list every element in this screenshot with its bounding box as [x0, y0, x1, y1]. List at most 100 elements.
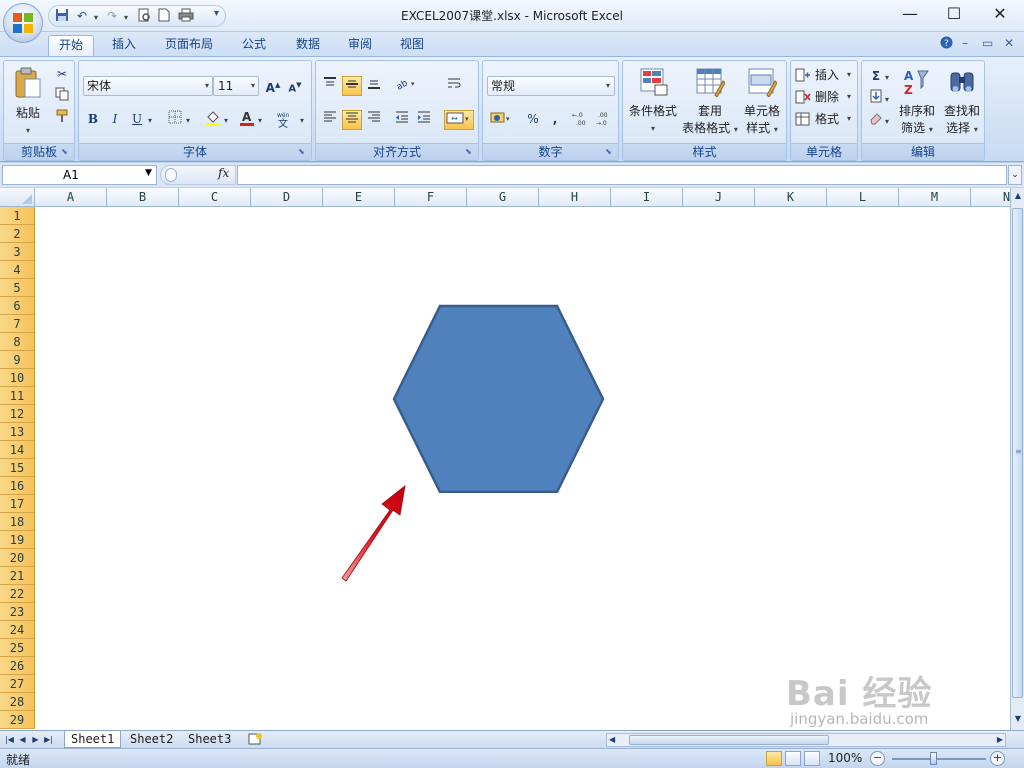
help-icon[interactable]: ? [940, 36, 953, 52]
tab-review[interactable]: 审阅 [338, 35, 382, 56]
fill-dropdown-icon[interactable]: ▾ [882, 89, 892, 109]
formula-bar-grip-icon[interactable] [165, 168, 177, 182]
increase-decimal-icon[interactable]: ←.0.00 [571, 110, 593, 130]
last-sheet-icon[interactable]: ▶| [43, 733, 54, 746]
select-all-button[interactable] [0, 188, 35, 207]
page-layout-view-icon[interactable] [785, 751, 801, 766]
zoom-slider[interactable] [892, 758, 986, 760]
row-header[interactable]: 7 [0, 315, 35, 333]
alignment-launcher-icon[interactable]: ⬊ [465, 147, 475, 157]
tab-view[interactable]: 视图 [390, 35, 434, 56]
paste-button[interactable]: 粘贴 ▾ [10, 65, 46, 135]
row-header[interactable]: 15 [0, 459, 35, 477]
copy-icon[interactable] [52, 87, 72, 107]
cell-styles-button[interactable]: 单元格 样式 ▾ [739, 65, 785, 141]
row-header[interactable]: 3 [0, 243, 35, 261]
tab-insert[interactable]: 插入 [102, 35, 146, 56]
borders-icon[interactable] [165, 110, 185, 130]
row-header[interactable]: 16 [0, 477, 35, 495]
increase-indent-icon[interactable] [414, 110, 434, 130]
vertical-scrollbar[interactable]: ▲ ≡ ▼ [1010, 188, 1024, 730]
formula-input[interactable] [237, 165, 1007, 185]
font-name-select[interactable]: 宋体 ▾ [83, 76, 213, 96]
row-header[interactable]: 20 [0, 549, 35, 567]
tab-formulas[interactable]: 公式 [232, 35, 276, 56]
close-button[interactable]: ✕ [983, 4, 1017, 26]
row-header[interactable]: 13 [0, 423, 35, 441]
orientation-icon[interactable]: ab ▾ [392, 76, 420, 96]
row-header[interactable]: 27 [0, 675, 35, 693]
underline-icon[interactable]: U [127, 110, 147, 130]
clipboard-launcher-icon[interactable]: ⬊ [61, 147, 71, 157]
decrease-indent-icon[interactable] [392, 110, 412, 130]
sheet-tab-2[interactable]: Sheet2 [124, 731, 179, 748]
column-header[interactable]: B [107, 188, 179, 207]
row-header[interactable]: 8 [0, 333, 35, 351]
normal-view-icon[interactable] [766, 751, 782, 766]
column-header[interactable]: F [395, 188, 467, 207]
number-format-select[interactable]: 常规 ▾ [487, 76, 615, 96]
row-header[interactable]: 1 [0, 207, 35, 225]
row-header[interactable]: 2 [0, 225, 35, 243]
percent-style-button[interactable]: % [523, 110, 543, 130]
minimize-button[interactable]: — [893, 4, 927, 26]
tab-page-layout[interactable]: 页面布局 [156, 35, 222, 56]
zoom-out-icon[interactable]: − [870, 751, 885, 766]
column-header[interactable]: A [35, 188, 107, 207]
format-as-table-button[interactable]: 套用 表格格式 ▾ [681, 65, 739, 141]
conditional-formatting-button[interactable]: 条件格式 ▾ [625, 65, 681, 141]
phonetic-dropdown-icon[interactable]: ▾ [297, 110, 307, 130]
horizontal-scroll-thumb[interactable] [629, 735, 829, 745]
font-launcher-icon[interactable]: ⬊ [298, 147, 308, 157]
row-header[interactable]: 10 [0, 369, 35, 387]
column-header[interactable]: H [539, 188, 611, 207]
column-header[interactable]: G [467, 188, 539, 207]
page-break-view-icon[interactable] [804, 751, 820, 766]
zoom-slider-thumb[interactable] [930, 752, 937, 765]
scroll-right-icon[interactable]: ▶ [997, 734, 1003, 746]
column-header[interactable]: L [827, 188, 899, 207]
row-header[interactable]: 11 [0, 387, 35, 405]
row-header[interactable]: 22 [0, 585, 35, 603]
row-header[interactable]: 24 [0, 621, 35, 639]
column-header[interactable]: E [323, 188, 395, 207]
vertical-scroll-thumb[interactable]: ≡ [1012, 208, 1023, 698]
format-painter-icon[interactable] [52, 109, 72, 129]
wrap-text-icon[interactable] [444, 76, 464, 96]
align-middle-icon[interactable] [342, 76, 362, 96]
row-header[interactable]: 9 [0, 351, 35, 369]
tab-home[interactable]: 开始 [48, 35, 94, 56]
font-color-icon[interactable]: A [237, 110, 257, 130]
accounting-format-icon[interactable]: ▾ [489, 110, 515, 130]
row-header[interactable]: 6 [0, 297, 35, 315]
name-box[interactable]: A1 [2, 165, 157, 185]
delete-cells-button[interactable]: 删除 ▾ [795, 87, 857, 107]
fill-color-dropdown-icon[interactable]: ▾ [221, 110, 231, 130]
insert-sheet-icon[interactable] [247, 732, 263, 749]
prev-sheet-icon[interactable]: ◀ [17, 733, 28, 746]
row-header[interactable]: 29 [0, 711, 35, 729]
row-header[interactable]: 23 [0, 603, 35, 621]
column-header[interactable]: M [899, 188, 971, 207]
fill-color-icon[interactable] [203, 110, 223, 130]
row-header[interactable]: 25 [0, 639, 35, 657]
align-top-icon[interactable] [320, 76, 340, 96]
hexagon-shape[interactable] [390, 303, 608, 493]
decrease-decimal-icon[interactable]: .00 →.0 [595, 110, 617, 130]
shrink-font-icon[interactable]: A▼ [285, 76, 305, 96]
row-header[interactable]: 17 [0, 495, 35, 513]
sheet-tab-1[interactable]: Sheet1 [64, 731, 122, 748]
sheet-tab-3[interactable]: Sheet3 [182, 731, 237, 748]
scroll-up-icon[interactable]: ▲ [1012, 189, 1024, 203]
row-header[interactable]: 19 [0, 531, 35, 549]
cut-icon[interactable]: ✂ [52, 65, 72, 85]
column-header[interactable]: I [611, 188, 683, 207]
comma-style-button[interactable]: , [545, 110, 565, 130]
column-header[interactable]: N [971, 188, 1010, 207]
ribbon-minimize-icon[interactable]: – [962, 36, 968, 50]
column-header[interactable]: C [179, 188, 251, 207]
merge-center-icon[interactable]: ↔ ▾ [444, 110, 474, 130]
zoom-in-icon[interactable]: + [990, 751, 1005, 766]
scroll-left-icon[interactable]: ◀ [609, 734, 615, 746]
scroll-down-icon[interactable]: ▼ [1012, 712, 1024, 726]
